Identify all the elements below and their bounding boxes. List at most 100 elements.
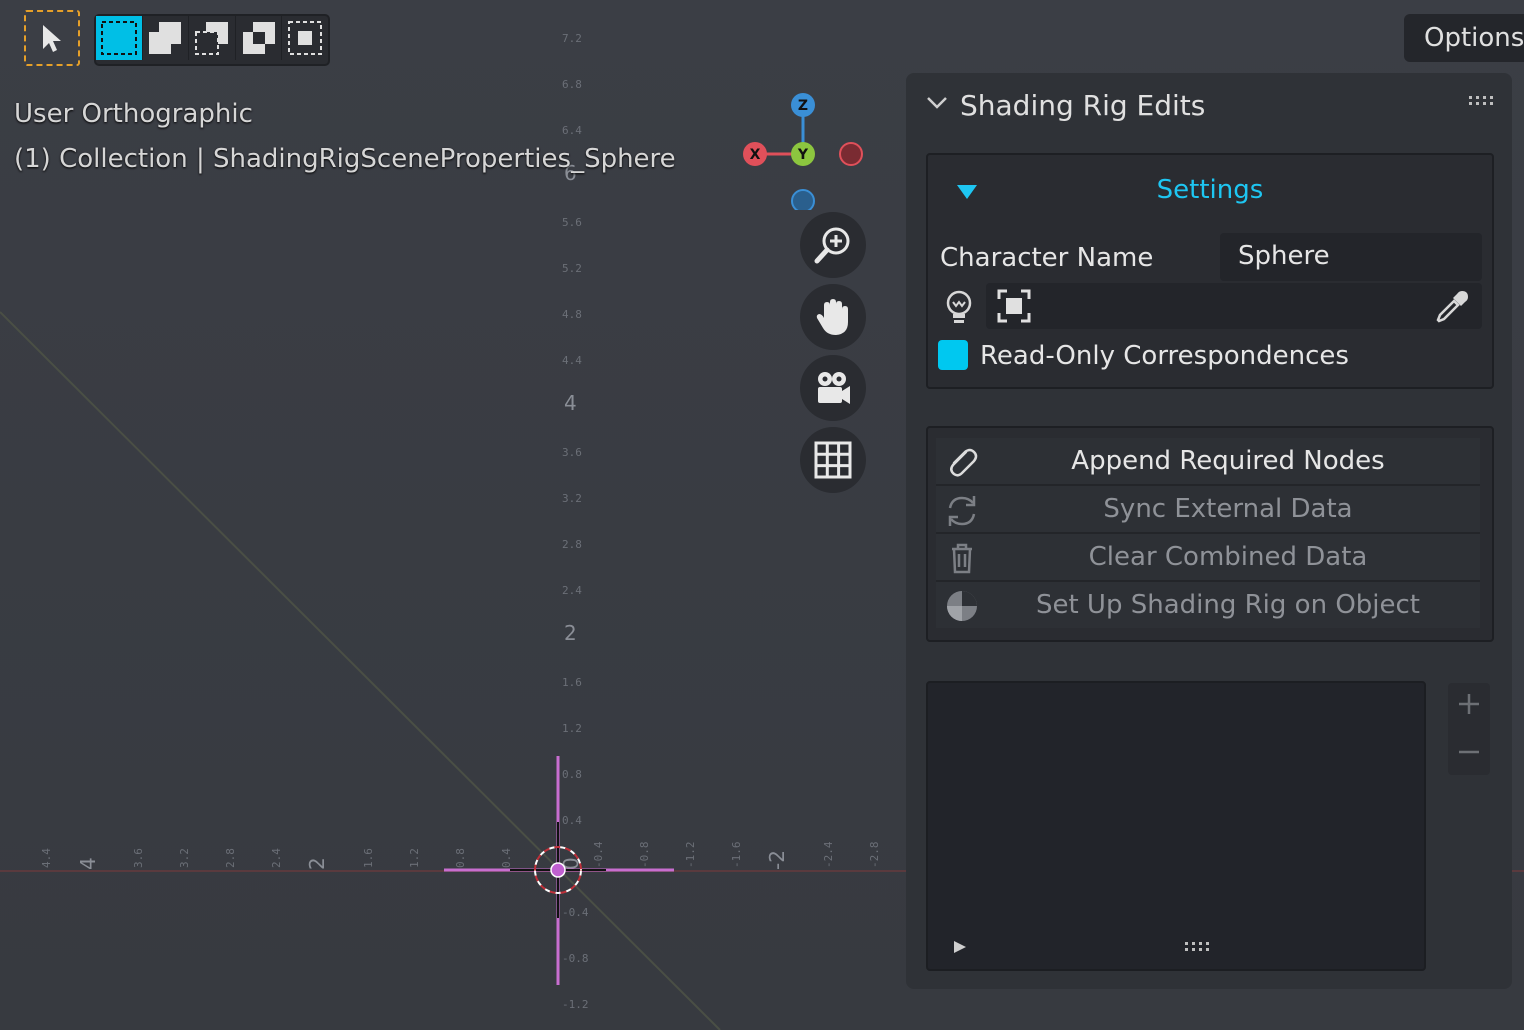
view-title: User Orthographic xyxy=(14,99,253,129)
clear-combined-data-button[interactable]: Clear Combined Data xyxy=(936,534,1480,582)
list-controls xyxy=(1448,683,1490,775)
navigation-gizmo[interactable]: Z X Y xyxy=(740,90,870,210)
ruler-tick: 6.8 xyxy=(562,78,582,91)
ruler-tick: 7.2 xyxy=(562,32,582,45)
neg-z-axis-handle xyxy=(791,189,815,210)
z-axis-label: Z xyxy=(798,98,808,114)
panel-header[interactable]: Shading Rig Edits xyxy=(906,73,1512,139)
ruler-tick: 3.6 xyxy=(562,446,582,459)
ruler-tick: 1.6 xyxy=(362,848,375,868)
origin-point xyxy=(550,862,566,878)
ruler-tick: -2.8 xyxy=(868,842,881,869)
grid-icon xyxy=(814,441,852,479)
view-info: User Orthographic (1) Collection | Shadi… xyxy=(14,92,676,182)
select-mode-new-button[interactable] xyxy=(96,16,143,60)
selection-mode-group xyxy=(94,14,330,66)
read-only-checkbox[interactable] xyxy=(938,340,968,370)
read-only-label: Read-Only Correspondences xyxy=(980,341,1349,371)
zoom-button[interactable] xyxy=(800,212,866,278)
select-tool-button[interactable] xyxy=(24,10,80,66)
select-intersect-icon xyxy=(288,21,323,55)
shading-sphere-icon xyxy=(947,591,977,621)
toggle-ortho-button[interactable] xyxy=(800,427,866,493)
object-picker-field[interactable] xyxy=(986,283,1482,329)
ruler-tick: 5.6 xyxy=(562,216,582,229)
select-mode-extend-button[interactable] xyxy=(143,16,190,60)
sync-external-data-label: Sync External Data xyxy=(1103,494,1353,524)
cursor-arrow-icon xyxy=(43,25,61,52)
ruler-tick: -0.8 xyxy=(638,842,651,869)
pan-hand-icon xyxy=(816,299,848,335)
ruler-tick: 1.2 xyxy=(408,848,421,868)
plus-icon[interactable] xyxy=(1458,693,1480,715)
ruler-tick-major: -2 xyxy=(765,850,789,870)
ruler-tick: -1.2 xyxy=(562,998,589,1011)
select-mode-intersect-button[interactable] xyxy=(282,16,328,60)
resize-grip-icon[interactable] xyxy=(1184,941,1212,953)
ruler-tick-major: 2 xyxy=(564,621,577,645)
chevron-down-icon[interactable] xyxy=(926,95,948,111)
ruler-tick: 4.4 xyxy=(40,848,53,868)
ruler-tick: 4.4 xyxy=(562,354,582,367)
set-up-shading-rig-label: Set Up Shading Rig on Object xyxy=(1035,590,1421,620)
operations-subpanel: Append Required Nodes Sync External Data… xyxy=(926,426,1494,642)
ruler-tick: 3.2 xyxy=(562,492,582,505)
select-subtract-icon xyxy=(194,22,228,55)
eyedropper-icon[interactable] xyxy=(1434,287,1472,325)
ruler-tick: 4.8 xyxy=(562,308,582,321)
ruler-tick: 5.2 xyxy=(562,262,582,275)
ruler-tick: 2.8 xyxy=(224,848,237,868)
camera-icon xyxy=(818,372,850,404)
ruler-tick: 0.4 xyxy=(562,814,582,827)
ruler-tick: -1.2 xyxy=(684,842,697,869)
ruler-tick: -0.8 xyxy=(562,952,589,965)
x-axis-label: X xyxy=(750,147,761,163)
object-selection-icon xyxy=(997,289,1031,323)
select-new-icon xyxy=(100,21,137,55)
select-mode-invert-button[interactable] xyxy=(236,16,283,60)
select-mode-subtract-button[interactable] xyxy=(189,16,236,60)
ruler-tick: 2.4 xyxy=(270,848,283,868)
y-axis-label: Y xyxy=(797,147,809,163)
panel-title: Shading Rig Edits xyxy=(960,89,1206,122)
trash-icon xyxy=(952,543,972,574)
paperclip-icon xyxy=(950,448,978,477)
select-invert-icon xyxy=(242,22,275,54)
character-name-value: Sphere xyxy=(1238,241,1330,271)
ruler-tick: -0.4 xyxy=(562,906,589,919)
append-required-nodes-label: Append Required Nodes xyxy=(1071,446,1385,476)
append-required-nodes-button[interactable]: Append Required Nodes xyxy=(936,438,1480,486)
ruler-tick-major: 4 xyxy=(76,857,100,870)
lightbulb-icon xyxy=(946,290,972,323)
ruler-tick: 0.8 xyxy=(562,768,582,781)
ruler-tick: 0.4 xyxy=(500,848,513,868)
ruler-tick: -0.4 xyxy=(592,841,605,868)
camera-view-button[interactable] xyxy=(800,355,866,421)
zoom-icon xyxy=(814,227,850,264)
options-button[interactable]: Options xyxy=(1404,14,1524,62)
minus-icon[interactable] xyxy=(1458,741,1480,763)
neg-x-axis-handle xyxy=(839,142,863,166)
ruler-tick-major: 4 xyxy=(564,391,577,415)
play-triangle-icon[interactable] xyxy=(952,939,968,955)
ruler-tick: 1.2 xyxy=(562,722,582,735)
sync-external-data-button[interactable]: Sync External Data xyxy=(936,486,1480,534)
character-name-field[interactable]: Sphere xyxy=(1220,233,1482,281)
set-up-shading-rig-button[interactable]: Set Up Shading Rig on Object xyxy=(936,582,1480,628)
sync-icon xyxy=(948,496,976,526)
settings-subpanel: Settings Character Name Sphere Read-Only… xyxy=(926,153,1494,389)
select-extend-icon xyxy=(149,22,182,54)
pan-button[interactable] xyxy=(800,284,866,350)
correspondence-list[interactable] xyxy=(926,681,1426,971)
settings-title[interactable]: Settings xyxy=(928,175,1492,205)
ruler-tick: 3.6 xyxy=(132,848,145,868)
clear-combined-data-label: Clear Combined Data xyxy=(1088,542,1368,572)
character-name-label: Character Name xyxy=(940,243,1154,273)
ruler-tick: 0.8 xyxy=(454,848,467,868)
drag-grip-icon[interactable] xyxy=(1468,95,1496,107)
horizontal-ruler: 4.4 4 3.6 3.2 2.8 2.4 2 1.6 1.2 0.8 0.4 … xyxy=(40,841,881,870)
ruler-tick: -2.4 xyxy=(822,841,835,868)
ruler-tick-major: 2 xyxy=(305,857,329,870)
ruler-tick: -1.6 xyxy=(730,842,743,869)
diagonal-axis-line xyxy=(0,311,721,1030)
